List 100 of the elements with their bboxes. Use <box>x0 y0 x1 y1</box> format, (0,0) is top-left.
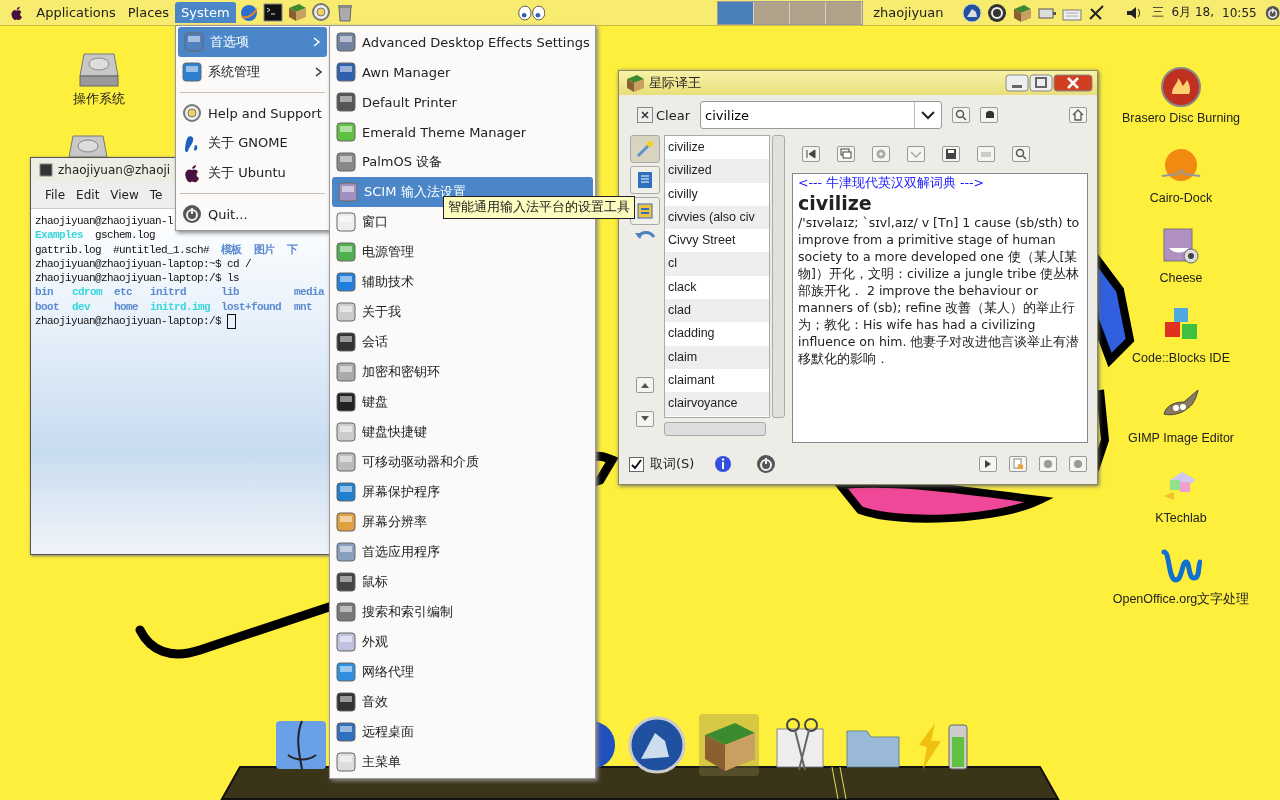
dock-item[interactable] <box>627 714 687 776</box>
menu-item[interactable]: Awn Manager <box>330 57 595 87</box>
menu-item[interactable]: 系统管理 <box>176 57 329 87</box>
scrollbar[interactable] <box>664 422 766 436</box>
icon-label[interactable]: 操作系统 <box>73 91 125 108</box>
icon-label[interactable]: GIMP Image Editor <box>1127 431 1235 445</box>
menu-item[interactable]: 网络代理 <box>330 657 595 687</box>
play-button[interactable] <box>979 456 997 472</box>
word-item[interactable]: claim <box>665 345 769 369</box>
panel-menu[interactable]: Places <box>121 2 176 23</box>
first-button[interactable] <box>802 146 820 162</box>
menu-item[interactable]: Quit... <box>176 199 329 229</box>
menu-item[interactable]: 首选项 <box>178 27 327 57</box>
menu-item[interactable]: 键盘快捷键 <box>330 417 595 447</box>
menu-item[interactable]: 鼠标 <box>330 567 595 597</box>
menu-item[interactable]: 屏幕保护程序 <box>330 477 595 507</box>
checkbox-label[interactable]: 取词(S) <box>650 455 695 473</box>
terminal-icon <box>39 163 53 177</box>
menu-item[interactable]: 电源管理 <box>330 237 595 267</box>
settings-button[interactable] <box>1069 456 1087 472</box>
icon-label[interactable]: Brasero Disc Burning <box>1121 111 1241 125</box>
clear-button[interactable]: Clear <box>637 107 690 123</box>
icon-label[interactable]: KTechlab <box>1155 511 1207 525</box>
menu-item[interactable]: Emerald Theme Manager <box>330 117 595 147</box>
maximize-icon[interactable] <box>1029 74 1053 92</box>
menu-item[interactable]: 辅助技术 <box>330 267 595 297</box>
gear-button[interactable] <box>872 146 890 162</box>
menu-item[interactable]: PalmOS 设备 <box>330 147 595 177</box>
chevron-button[interactable] <box>907 146 925 162</box>
menu-item[interactable]: 关于我 <box>330 297 595 327</box>
word-item[interactable]: cl <box>665 252 769 276</box>
word-item[interactable]: civilized <box>665 159 769 183</box>
search-combo[interactable]: civilize <box>700 101 942 129</box>
menu-item[interactable]: 外观 <box>330 627 595 657</box>
terminal-icon[interactable] <box>262 2 283 23</box>
menu-item[interactable]: 搜索和索引编制 <box>330 597 595 627</box>
menu-item[interactable]: Default Printer <box>330 87 595 117</box>
info-icon[interactable] <box>714 455 733 473</box>
word-item[interactable]: clack <box>665 275 769 300</box>
menu-item[interactable]: 关于 GNOME <box>176 128 329 158</box>
menu-item[interactable]: File <box>45 188 66 202</box>
menu-item[interactable]: 首选应用程序 <box>330 537 595 567</box>
print-button[interactable] <box>977 146 995 162</box>
help-icon[interactable] <box>310 2 331 23</box>
eyes-icon[interactable] <box>517 2 546 23</box>
icon-label[interactable]: Cheese <box>1159 271 1203 285</box>
menu-item[interactable]: 主菜单 <box>330 747 595 777</box>
home-button[interactable] <box>1069 107 1087 123</box>
menu-item[interactable]: Help and Support <box>176 98 329 128</box>
sync-icon[interactable] <box>986 2 1007 23</box>
app-icon <box>338 182 358 202</box>
word-item[interactable]: civvies (also civ <box>665 205 769 230</box>
menu-item[interactable]: 屏幕分辨率 <box>330 507 595 537</box>
clock-text[interactable]: 10:55 <box>1222 5 1257 20</box>
up-button[interactable] <box>636 377 654 393</box>
dictionary-name[interactable]: <--- 牛津现代英汉双解词典 ---> <box>798 175 1082 192</box>
wolf-icon[interactable] <box>961 2 982 23</box>
menu-item[interactable]: 加密和密钥环 <box>330 357 595 387</box>
word-item[interactable]: Civvy Street <box>665 229 769 253</box>
flame-disc-icon[interactable] <box>1160 66 1202 108</box>
globe-icon[interactable] <box>238 2 259 23</box>
word-item[interactable]: civilize <box>665 136 769 160</box>
workspace-thumbnail[interactable] <box>790 1 827 24</box>
settings-button[interactable] <box>1039 456 1057 472</box>
menu-item[interactable]: Advanced Desktop Effects Settings <box>330 27 595 57</box>
menu-item[interactable]: 会话 <box>330 327 595 357</box>
windows-button[interactable] <box>837 146 855 162</box>
hand-button[interactable] <box>980 107 998 123</box>
menu-item[interactable]: Te <box>149 188 163 202</box>
checkbox[interactable] <box>629 456 644 472</box>
close-icon[interactable] <box>1053 74 1093 92</box>
scrollbar[interactable] <box>772 135 785 418</box>
icon-label[interactable]: Code::Blocks IDE <box>1132 351 1230 365</box>
menu-item[interactable]: 关于 Ubuntu <box>176 158 329 188</box>
icon-label[interactable]: Cairo-Dock <box>1149 191 1213 205</box>
word-item[interactable]: claimant <box>665 368 769 393</box>
word-item[interactable]: clad <box>665 299 769 323</box>
search-field[interactable]: civilize <box>701 106 914 124</box>
workspace-thumbnail[interactable] <box>754 1 791 24</box>
menu-item[interactable]: 键盘 <box>330 387 595 417</box>
word-item[interactable]: clairvoyance <box>665 392 769 416</box>
menu-item[interactable]: 可移动驱动器和介质 <box>330 447 595 477</box>
power-icon[interactable] <box>756 454 777 474</box>
menu-item[interactable]: View <box>110 188 139 202</box>
workspace-thumbnail[interactable] <box>826 1 863 24</box>
minimize-icon[interactable] <box>1005 74 1029 92</box>
menu-item[interactable]: 音效 <box>330 687 595 717</box>
save-button[interactable] <box>942 146 960 162</box>
search-button[interactable] <box>952 107 970 123</box>
date-text[interactable]: 6月 18, <box>1171 4 1215 21</box>
down-button[interactable] <box>636 411 654 427</box>
panel-menu[interactable]: System <box>175 2 236 23</box>
workspace-thumbnail[interactable] <box>718 1 755 24</box>
word-item[interactable]: civilly <box>665 182 769 206</box>
menu-item[interactable]: 远程桌面 <box>330 717 595 747</box>
icon-label[interactable]: OpenOffice.org文字处理 <box>1112 591 1250 608</box>
menu-item[interactable]: Edit <box>76 188 100 202</box>
search-button[interactable] <box>1012 146 1030 162</box>
panel-menu[interactable]: Applications <box>30 2 122 23</box>
word-item[interactable]: cladding <box>665 322 769 346</box>
